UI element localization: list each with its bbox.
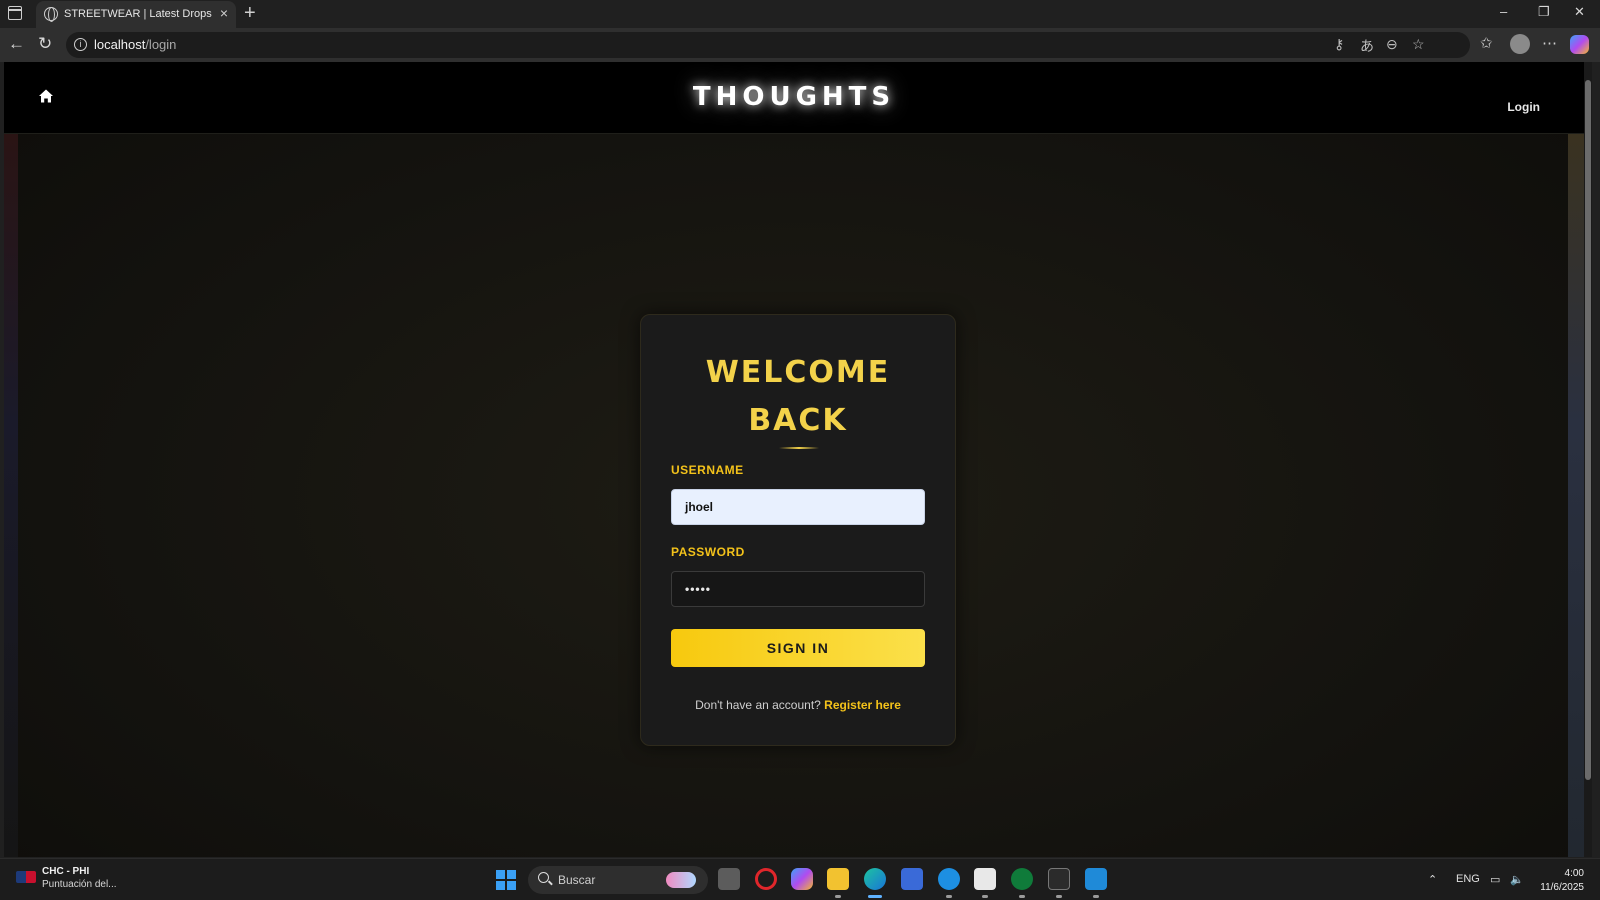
clock[interactable]: 4:00 11/6/2025 bbox=[1540, 867, 1584, 895]
username-input[interactable]: jhoel bbox=[671, 489, 925, 525]
favorite-star-icon[interactable]: ☆ bbox=[1412, 36, 1425, 53]
team-logo-icon bbox=[16, 871, 36, 883]
password-input[interactable]: ••••• bbox=[671, 571, 925, 607]
mongodb-icon[interactable] bbox=[1011, 868, 1033, 890]
tab-actions-icon[interactable] bbox=[8, 6, 22, 20]
search-icon bbox=[538, 872, 549, 883]
scrollbar-thumb[interactable] bbox=[1585, 80, 1591, 780]
zoom-icon[interactable]: ⊖ bbox=[1386, 36, 1398, 53]
favorites-icon[interactable]: ✩ bbox=[1480, 34, 1493, 52]
address-bar[interactable]: i localhost/login ⚷ あ ⊖ ☆ bbox=[66, 32, 1470, 58]
sign-in-button[interactable]: SIGN IN bbox=[671, 629, 925, 667]
key-icon[interactable]: ⚷ bbox=[1334, 36, 1344, 53]
login-title: WELCOME BACK bbox=[705, 355, 891, 438]
taskbar: CHC - PHI Puntuación del... Buscar ⌃ ENG… bbox=[0, 858, 1600, 900]
url-text: localhost/login bbox=[94, 37, 177, 52]
window-close-icon[interactable]: ✕ bbox=[1574, 4, 1585, 20]
browser-tab[interactable]: STREETWEAR | Latest Drops × bbox=[36, 1, 236, 28]
copilot-icon[interactable] bbox=[1570, 35, 1589, 54]
search-highlight-icon bbox=[666, 872, 696, 888]
background-edge-right bbox=[1568, 134, 1584, 857]
username-label: USERNAME bbox=[671, 463, 744, 477]
opera-icon[interactable] bbox=[755, 868, 777, 890]
language-indicator[interactable]: ENG bbox=[1456, 873, 1480, 885]
site-header: THOUGHTS Login bbox=[4, 62, 1584, 134]
minimize-icon[interactable]: – bbox=[1500, 4, 1507, 19]
nav-login-link[interactable]: Login bbox=[1507, 100, 1540, 114]
restore-icon[interactable]: ❐ bbox=[1538, 4, 1550, 20]
refresh-icon[interactable]: ↻ bbox=[38, 34, 52, 54]
site-brand[interactable]: THOUGHTS bbox=[4, 82, 1584, 112]
back-icon[interactable]: ← bbox=[8, 34, 25, 54]
background-edge-left bbox=[4, 134, 18, 857]
page-scrollbar[interactable] bbox=[1584, 62, 1592, 857]
chevron-up-icon[interactable]: ⌃ bbox=[1428, 873, 1437, 886]
terminal-icon[interactable] bbox=[1048, 868, 1070, 890]
start-button[interactable] bbox=[496, 870, 516, 890]
snipping-tool-icon[interactable] bbox=[974, 868, 996, 890]
password-label: PASSWORD bbox=[671, 545, 745, 559]
store-icon[interactable] bbox=[901, 868, 923, 890]
task-view-icon[interactable] bbox=[718, 868, 740, 890]
globe-icon bbox=[44, 7, 58, 22]
taskbar-search[interactable]: Buscar bbox=[528, 866, 708, 894]
vscode-icon[interactable] bbox=[1085, 868, 1107, 890]
more-options-icon[interactable]: ⋯ bbox=[1542, 34, 1557, 52]
file-explorer-icon[interactable] bbox=[827, 868, 849, 890]
network-icon[interactable]: ▭ bbox=[1490, 873, 1500, 886]
new-tab-icon[interactable]: + bbox=[244, 2, 256, 25]
tab-title: STREETWEAR | Latest Drops bbox=[64, 8, 212, 20]
volume-icon[interactable]: 🔈 bbox=[1510, 873, 1524, 886]
edge-icon[interactable] bbox=[864, 868, 886, 890]
profile-avatar[interactable] bbox=[1510, 34, 1530, 54]
tab-close-icon[interactable]: × bbox=[220, 5, 228, 21]
register-prompt: Don't have an account? Register here bbox=[695, 698, 901, 712]
browser-tab-bar: STREETWEAR | Latest Drops × + – ❐ ✕ bbox=[0, 0, 1600, 28]
address-toolbar: ← ↻ i localhost/login ⚷ あ ⊖ ☆ ✩ ⋯ bbox=[0, 28, 1600, 62]
login-card: WELCOME BACK USERNAME jhoel PASSWORD •••… bbox=[640, 314, 956, 746]
copilot-app-icon[interactable] bbox=[791, 868, 813, 890]
register-link[interactable]: Register here bbox=[824, 698, 901, 712]
translate-icon[interactable]: あ bbox=[1360, 36, 1374, 56]
title-divider bbox=[779, 447, 819, 449]
page-viewport: THOUGHTS Login WELCOME BACK USERNAME jho… bbox=[4, 62, 1592, 857]
docker-icon[interactable] bbox=[938, 868, 960, 890]
site-info-icon[interactable]: i bbox=[74, 38, 87, 51]
